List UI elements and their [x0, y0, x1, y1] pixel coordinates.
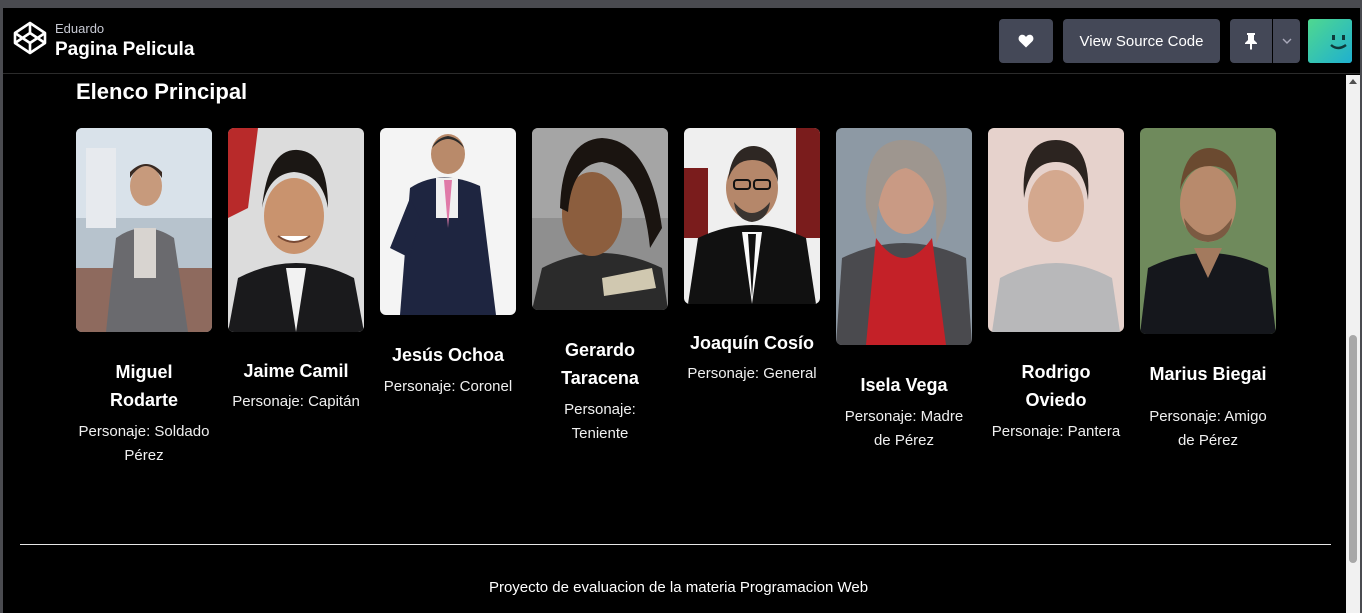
actor-photo: [684, 128, 820, 304]
actor-photo: [988, 128, 1124, 332]
main-content: Elenco Principal Miguel Rodarte Personaj…: [3, 75, 1346, 613]
cast-card: Rodrigo Oviedo Personaje: Pantera: [988, 128, 1124, 444]
view-source-button[interactable]: View Source Code: [1063, 19, 1220, 63]
like-button[interactable]: [999, 19, 1053, 63]
actor-photo: [76, 128, 212, 332]
footer-text: Proyecto de evaluacion de la materia Pro…: [488, 579, 869, 596]
actor-role: Personaje: Pantera: [991, 423, 1121, 440]
actor-name: Rodrigo Oviedo: [1021, 362, 1091, 410]
actor-name: Gerardo Taracena: [561, 340, 639, 388]
actor-role: Personaje: Amigo de Pérez: [1149, 408, 1267, 449]
footer-divider: [20, 544, 1331, 545]
actor-role: Personaje: Teniente: [564, 401, 636, 442]
cast-card: Isela Vega Personaje: Madre de Pérez: [836, 128, 972, 453]
section-title: Elenco Principal: [76, 79, 248, 104]
pin-icon: [1245, 33, 1257, 50]
chevron-down-icon: [1282, 38, 1291, 44]
actor-photo: [228, 128, 364, 332]
actor-role: Personaje: Coronel: [383, 378, 513, 395]
actor-photo: [380, 128, 516, 315]
actor-name: Isela Vega: [860, 375, 948, 395]
vertical-scrollbar[interactable]: [1346, 75, 1360, 613]
actor-name: Miguel Rodarte: [109, 362, 178, 410]
actor-photo: [836, 128, 972, 345]
actor-photo: [532, 128, 668, 310]
pen-title[interactable]: Pagina Pelicula: [55, 39, 194, 61]
cast-card: Jesús Ochoa Personaje: Coronel: [380, 128, 516, 399]
window-frame-top: [0, 0, 1362, 8]
scroll-thumb[interactable]: [1349, 335, 1357, 563]
scroll-up-arrow-icon[interactable]: [1349, 79, 1357, 84]
cast-card: Jaime Camil Personaje: Capitán: [228, 128, 364, 414]
actor-name: Jesús Ochoa: [391, 345, 505, 365]
top-bar: Eduardo Pagina Pelicula View Source Code: [3, 8, 1360, 74]
actor-photo: [1140, 128, 1276, 334]
user-avatar[interactable]: [1308, 19, 1352, 63]
pin-menu-button[interactable]: [1273, 19, 1300, 63]
actor-role: Personaje: General: [687, 365, 817, 382]
actor-name: Joaquín Cosío: [689, 333, 814, 353]
avatar-smiley-icon: [1308, 19, 1352, 63]
cast-card: Miguel Rodarte Personaje: Soldado Pérez: [76, 128, 212, 468]
codepen-logo-icon[interactable]: [12, 20, 48, 56]
cast-card: Joaquín Cosío Personaje: General: [684, 128, 820, 386]
pin-button[interactable]: [1230, 19, 1272, 63]
actor-role: Personaje: Capitán: [232, 393, 360, 410]
heart-icon: [1018, 34, 1034, 48]
actor-name: Marius Biegai: [1149, 364, 1267, 384]
actor-role: Personaje: Madre de Pérez: [844, 408, 964, 449]
actor-role: Personaje: Soldado Pérez: [78, 423, 210, 464]
cast-card: Marius Biegai Personaje: Amigo de Pérez: [1140, 128, 1276, 453]
actor-name: Jaime Camil: [243, 361, 349, 381]
cast-card: Gerardo Taracena Personaje: Teniente: [532, 128, 668, 446]
pen-owner[interactable]: Eduardo: [55, 21, 104, 36]
